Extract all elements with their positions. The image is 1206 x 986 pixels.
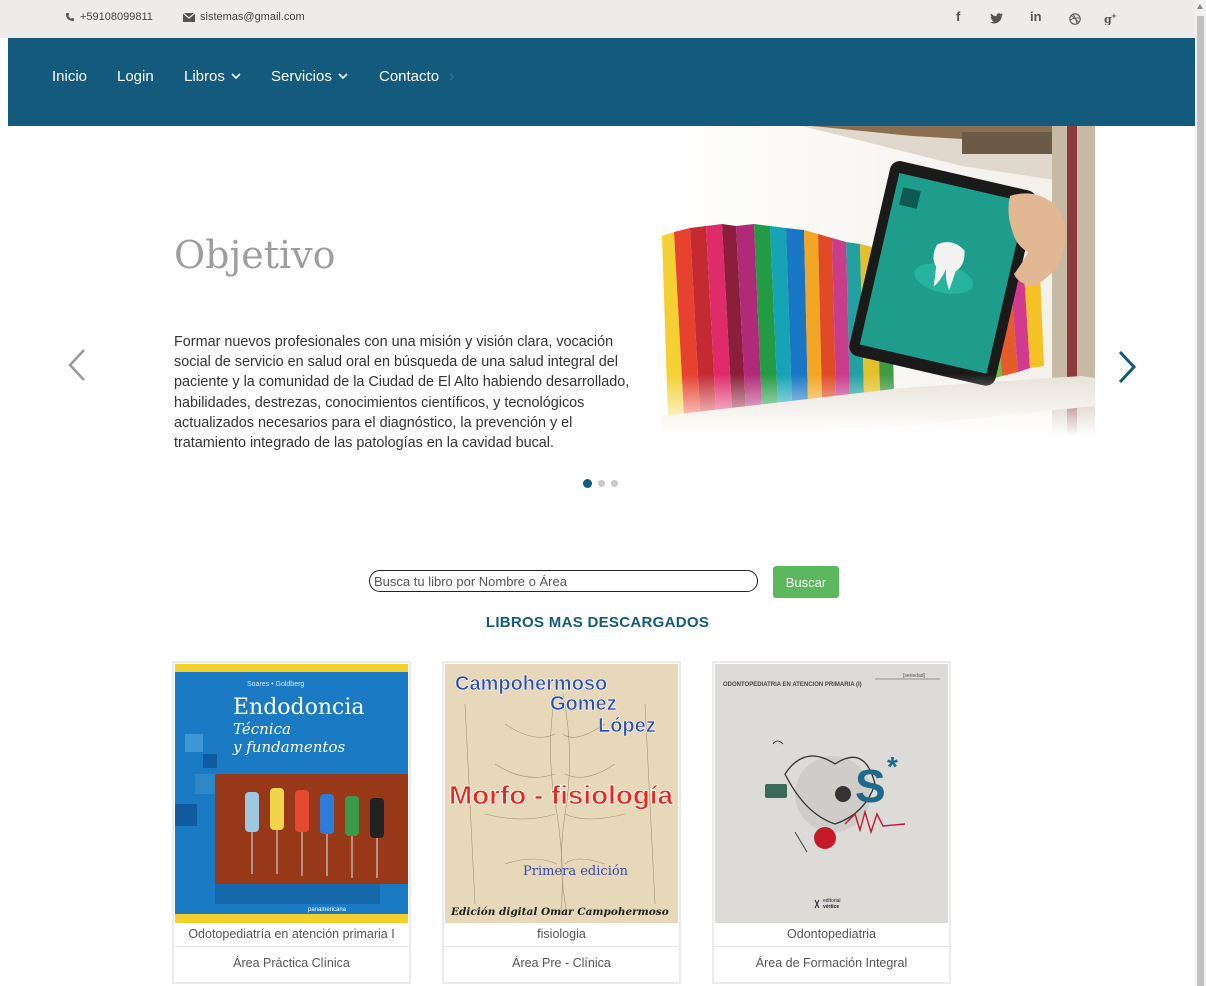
cover-header: ODONTOPEDIATRIA EN ATENCION PRIMARIA (I) [723,682,862,688]
page-scrollbar[interactable] [1195,0,1206,986]
dribbble-icon[interactable] [1069,13,1081,25]
book-card[interactable]: Soares • Goldberg Endodoncia Técnica y f… [172,661,411,984]
carousel-dot-1[interactable] [583,479,592,488]
svg-text:S: S [855,760,886,812]
email-address: sistemas@gmail.com [200,11,305,23]
facebook-icon[interactable]: f [956,9,960,24]
cover-title: Morfo - fisiología [449,780,674,810]
nav-inicio[interactable]: Inicio [52,68,87,85]
phone-contact[interactable]: +59108099811 [65,11,153,23]
nav-contacto[interactable]: Contacto [379,68,455,85]
book-cover-endodoncia: Soares • Goldberg Endodoncia Técnica y f… [175,664,408,923]
hero-bookshelf-image [662,126,1095,436]
card-divider [444,946,679,947]
cover-author-2: Gomez [550,693,617,715]
carousel-prev-arrow[interactable] [66,348,88,382]
scrollbar-thumb[interactable] [1197,16,1204,986]
twitter-icon[interactable] [990,13,1003,24]
linkedin-icon[interactable]: in [1030,9,1042,24]
phone-icon [66,13,74,21]
nav-servicios[interactable]: Servicios [271,68,348,85]
nav-login-label: Login [117,68,154,85]
cover-title: Endodoncia [233,695,365,720]
book-title: Odotopediatría en atención primaria I [188,927,395,941]
nav-servicios-label: Servicios [271,68,332,85]
book-cover-odontopediatria: [seriedad] ODONTOPEDIATRIA EN ATENCION P… [715,664,948,923]
main-navbar: Inicio Login Libros Servicios Contacto [8,38,1195,126]
book-card[interactable]: Campohermoso Gomez López Morfo - fisiolo… [442,661,681,984]
phone-number: +59108099811 [80,11,153,23]
cover-subtitle-2: y fundamentos [232,738,345,756]
cover-authors: Soares • Goldberg [247,681,304,688]
top-contact-bar: +59108099811 sistemas@gmail.com f in g + [0,0,1195,38]
most-downloaded-heading: LIBROS MAS DESCARGADOS [485,614,710,631]
chevron-down-icon [231,73,241,80]
cover-tag: [seriedad] [903,673,926,679]
carousel-indicators [583,479,618,488]
svg-text:+: + [1111,12,1117,20]
google-plus-icon[interactable]: g + [1104,12,1117,25]
envelope-icon [183,12,195,22]
nav-libros[interactable]: Libros [184,68,241,85]
hero-title: Objetivo [174,233,336,277]
book-card[interactable]: [seriedad] ODONTOPEDIATRIA EN ATENCION P… [712,661,951,984]
book-search-input[interactable] [369,570,758,592]
book-area: Área de Formación Integral [755,956,908,970]
card-divider [174,946,409,947]
cover-author-1: Campohermoso [455,673,607,695]
cover-publisher-2: vértice [823,904,839,910]
cover-publisher: panamericana [308,907,347,913]
search-button[interactable]: Buscar [773,566,839,598]
chevron-down-icon [338,73,348,80]
scroll-up-icon[interactable] [1197,4,1203,9]
nav-contacto-label: Contacto [379,68,440,85]
nav-inicio-label: Inicio [52,68,88,85]
book-title: fisiologia [537,927,586,941]
nav-login[interactable]: Login [117,68,154,85]
book-area: Área Práctica Clínica [233,956,350,970]
cover-edition: Primera edición [523,864,629,879]
book-cover-morfofisiologia: Campohermoso Gomez López Morfo - fisiolo… [445,664,678,923]
hero-description: Formar nuevos profesionales con una misi… [174,334,630,452]
email-contact[interactable]: sistemas@gmail.com [183,11,305,23]
carousel-next-arrow[interactable] [1116,350,1138,384]
book-area: Área Pre - Clínica [512,956,611,970]
nav-libros-label: Libros [184,68,225,85]
svg-text:*: * [887,751,898,782]
carousel-dot-2[interactable] [598,480,605,487]
book-title: Odontopediatria [787,927,876,941]
card-divider [714,946,949,947]
cover-author-3: López [598,715,656,737]
cover-subtitle-1: Técnica [233,720,291,738]
cover-footer: Edición digital Omar Campohermoso [450,906,669,918]
carousel-dot-3[interactable] [611,480,618,487]
chevron-right-icon [449,73,455,80]
